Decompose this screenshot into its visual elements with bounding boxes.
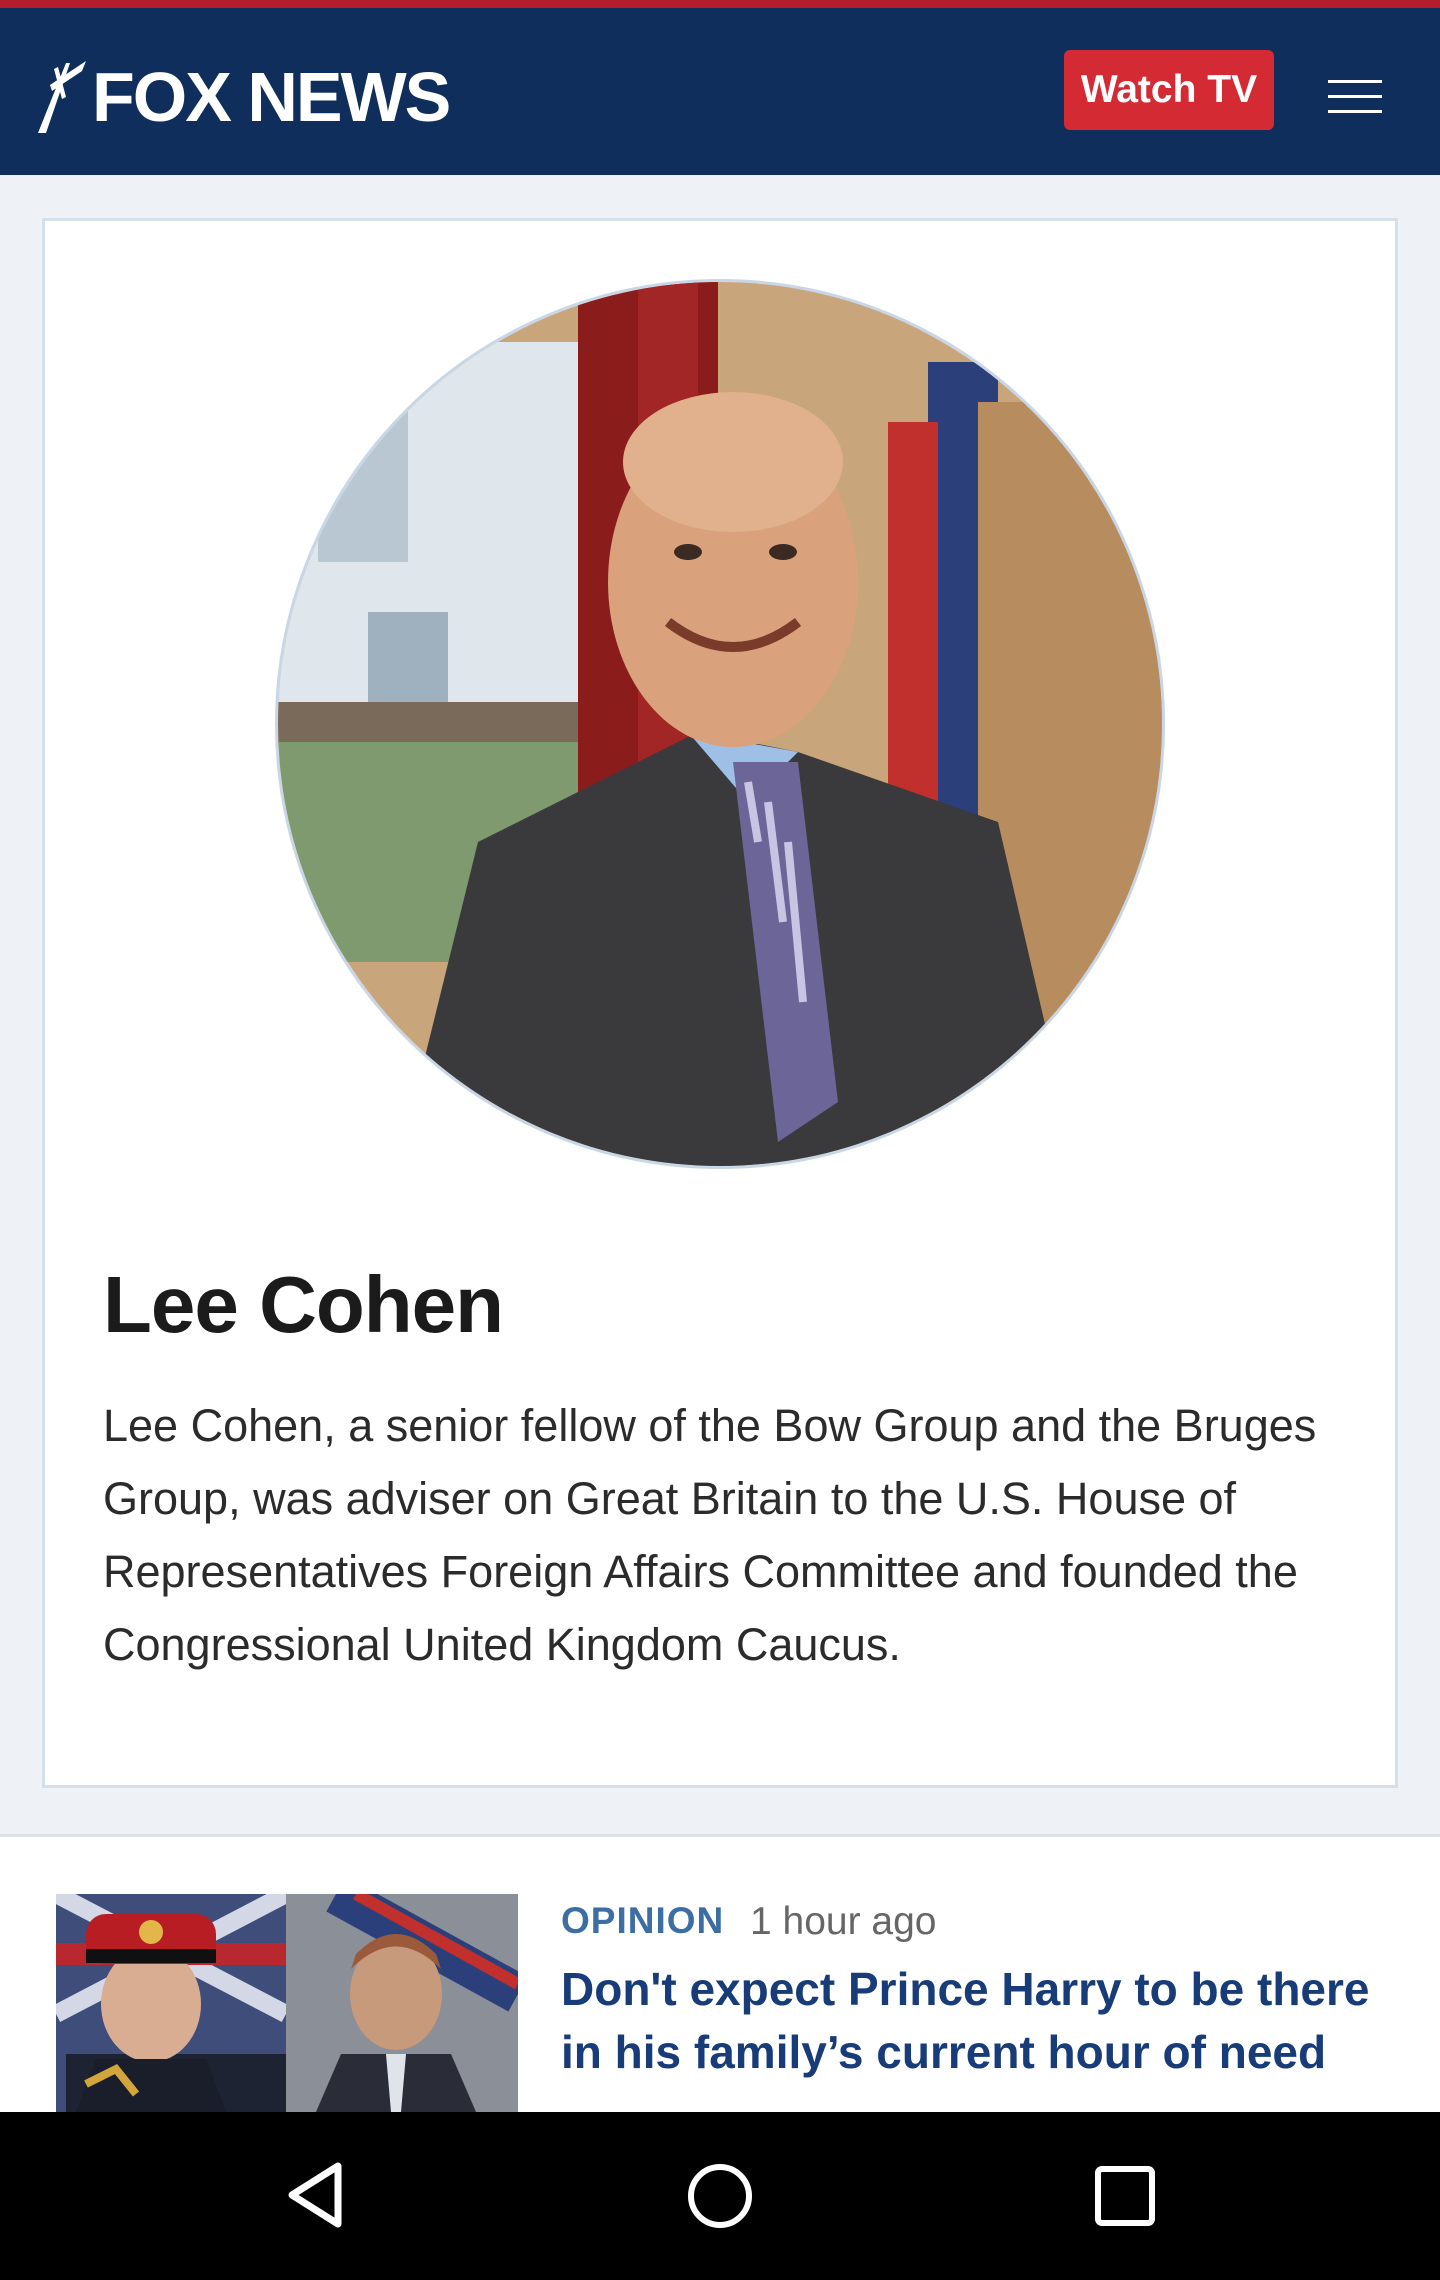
author-bio: Lee Cohen, a senior fellow of the Bow Gr… (103, 1400, 1317, 1670)
top-accent-line (0, 0, 1440, 8)
author-name: Lee Cohen (103, 1260, 504, 1349)
author-avatar (275, 279, 1165, 1169)
article-thumbnail[interactable] (56, 1894, 518, 2112)
fox-news-logo[interactable]: FOX NEWS (36, 52, 451, 142)
fox-logo-mark-icon (38, 61, 86, 133)
article-headline[interactable]: Don't expect Prince Harry to be there in… (561, 1958, 1401, 2084)
hamburger-menu-icon[interactable] (1328, 80, 1386, 116)
article-category-label[interactable]: OPINION (561, 1900, 724, 1942)
recents-square-icon[interactable] (1094, 2165, 1156, 2227)
back-triangle-icon[interactable] (286, 2160, 346, 2230)
article-timestamp: 1 hour ago (750, 1900, 937, 1943)
author-card: Lee Cohen Lee Cohen, a senior fellow of … (42, 218, 1398, 1788)
site-header: FOX NEWS Watch TV (0, 8, 1440, 175)
watch-tv-button[interactable]: Watch TV (1064, 50, 1274, 130)
home-circle-icon[interactable] (686, 2162, 754, 2230)
android-nav-bar (0, 2112, 1440, 2280)
brand-wordmark: FOX NEWS (92, 58, 451, 136)
